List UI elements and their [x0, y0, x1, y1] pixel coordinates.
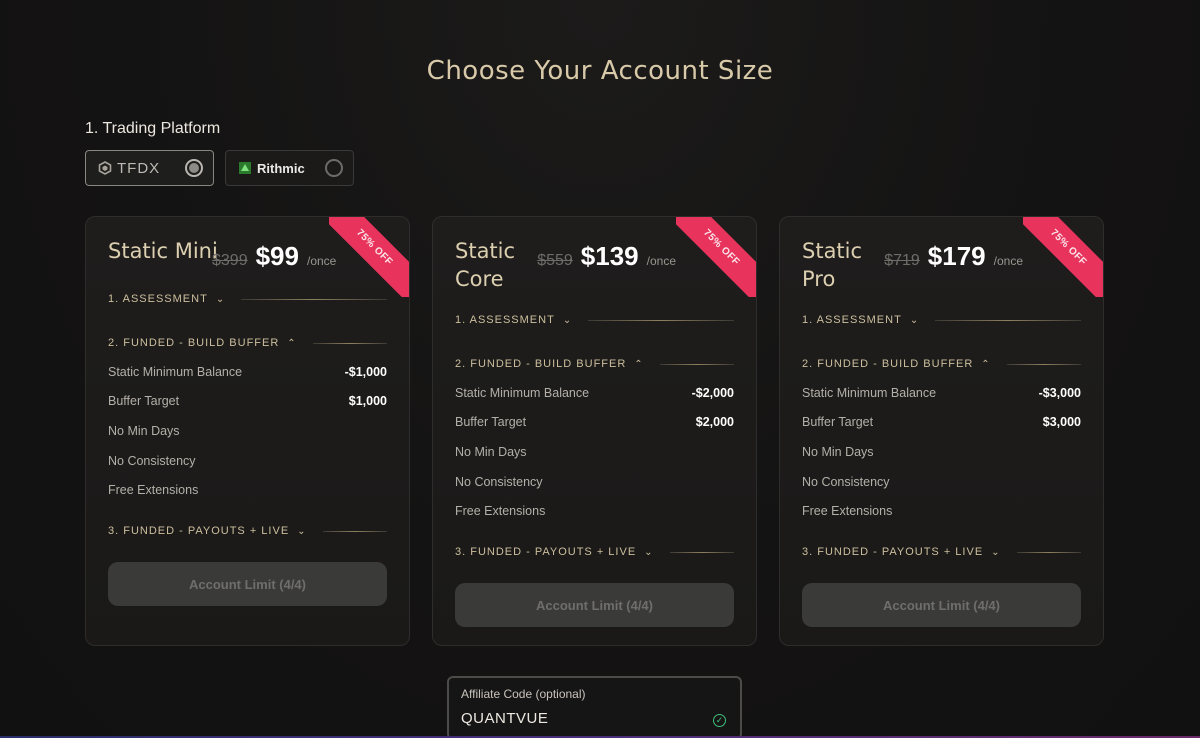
- feature-row: Buffer Target $1,000: [108, 394, 387, 409]
- affiliate-code-field[interactable]: Affiliate Code (optional) QUANTVUE ✓: [447, 676, 742, 738]
- section-build-buffer[interactable]: 2. FUNDED - BUILD BUFFER ⌃: [455, 358, 734, 370]
- section-payouts[interactable]: 3. FUNDED - PAYOUTS + LIVE ⌄: [108, 525, 387, 537]
- section-assessment[interactable]: 1. ASSESSMENT ⌄: [108, 293, 387, 305]
- section-label: 2. FUNDED - BUILD BUFFER: [802, 358, 974, 370]
- section-build-buffer[interactable]: 2. FUNDED - BUILD BUFFER ⌃: [108, 337, 387, 349]
- chevron-up-icon: ⌃: [634, 358, 644, 370]
- section-build-buffer[interactable]: 2. FUNDED - BUILD BUFFER ⌃: [802, 358, 1081, 370]
- plan-card-static-mini: 75% OFF Static Mini $399 $99 /once 1. AS…: [85, 216, 410, 646]
- chevron-up-icon: ⌃: [981, 358, 991, 370]
- feature-row: No Min Days: [802, 444, 874, 459]
- rithmic-logo-text: Rithmic: [257, 160, 305, 176]
- section-label: 1. ASSESSMENT: [108, 293, 208, 305]
- chevron-up-icon: ⌃: [287, 337, 297, 349]
- feature-list: Static Minimum Balance -$2,000 Buffer Tar…: [455, 378, 734, 526]
- chevron-down-icon: ⌄: [991, 546, 1001, 558]
- account-limit-button[interactable]: Account Limit (4/4): [802, 583, 1081, 627]
- feature-row: Static Minimum Balance -$1,000: [108, 364, 387, 379]
- old-price: $719: [884, 252, 920, 269]
- discount-badge: 75% OFF: [676, 217, 756, 297]
- price-period: /once: [646, 254, 676, 268]
- chevron-down-icon: ⌄: [909, 314, 920, 326]
- feature-list: Static Minimum Balance -$3,000 Buffer Tar…: [802, 378, 1081, 526]
- discount-badge: 75% OFF: [329, 217, 409, 297]
- plan-name: Static Mini: [108, 239, 218, 263]
- section-payouts[interactable]: 3. FUNDED - PAYOUTS + LIVE ⌄: [802, 546, 1081, 558]
- tfdx-hex-icon: [98, 161, 112, 175]
- feature-row: No Consistency: [455, 474, 543, 489]
- section-label: 2. FUNDED - BUILD BUFFER: [108, 337, 280, 349]
- check-circle-icon: ✓: [713, 714, 726, 727]
- account-limit-button[interactable]: Account Limit (4/4): [108, 562, 387, 606]
- plan-card-static-pro: 75% OFF Static Pro $719 $179 /once 1. AS…: [779, 216, 1104, 646]
- affiliate-code-label: Affiliate Code (optional): [461, 687, 586, 701]
- tfdx-radio[interactable]: [185, 159, 203, 177]
- section-label: 2. FUNDED - BUILD BUFFER: [455, 358, 627, 370]
- feature-row: Free Extensions: [108, 483, 199, 498]
- plan-card-static-core: 75% OFF Static Core $559 $139 /once 1. A…: [432, 216, 757, 646]
- rithmic-arrow-icon: [239, 162, 251, 174]
- platform-option-tfdx[interactable]: TFDX: [85, 150, 214, 186]
- feature-row: Buffer Target $3,000: [802, 415, 1081, 430]
- price: $139: [580, 241, 639, 271]
- feature-list: Static Minimum Balance -$1,000 Buffer Tar…: [108, 357, 387, 505]
- feature-row: Static Minimum Balance -$2,000: [455, 385, 734, 400]
- platform-option-rithmic[interactable]: Rithmic: [225, 150, 354, 186]
- radio-dot: [189, 163, 199, 173]
- feature-row: No Min Days: [108, 423, 180, 438]
- price: $99: [255, 241, 299, 271]
- chevron-down-icon: ⌄: [297, 525, 307, 537]
- section-label: 1. ASSESSMENT: [455, 314, 555, 326]
- page-title: Choose Your Account Size: [426, 56, 774, 86]
- chevron-down-icon: ⌄: [215, 293, 226, 305]
- plan-name: Static Pro: [802, 239, 863, 291]
- section-payouts[interactable]: 3. FUNDED - PAYOUTS + LIVE ⌄: [455, 546, 734, 558]
- feature-row: Buffer Target $2,000: [455, 415, 734, 430]
- tfdx-logo-text: TFDX: [117, 159, 161, 177]
- section-label: 3. FUNDED - PAYOUTS + LIVE: [108, 525, 290, 537]
- rithmic-logo: Rithmic: [238, 161, 305, 176]
- price-period: /once: [993, 254, 1023, 268]
- trading-platform-label: 1. Trading Platform: [85, 120, 221, 137]
- price: $179: [927, 241, 986, 271]
- feature-row: Free Extensions: [455, 504, 546, 519]
- price-period: /once: [306, 254, 337, 268]
- section-label: 3. FUNDED - PAYOUTS + LIVE: [455, 546, 637, 558]
- section-label: 1. ASSESSMENT: [802, 314, 902, 326]
- section-label: 3. FUNDED - PAYOUTS + LIVE: [802, 546, 984, 558]
- feature-row: Free Extensions: [802, 504, 893, 519]
- tfdx-logo: TFDX: [98, 160, 160, 177]
- chevron-down-icon: ⌄: [644, 546, 654, 558]
- feature-row: No Consistency: [108, 453, 196, 468]
- section-assessment[interactable]: 1. ASSESSMENT ⌄: [802, 314, 1081, 326]
- old-price: $399: [212, 252, 248, 269]
- feature-row: Static Minimum Balance -$3,000: [802, 385, 1081, 400]
- account-limit-button[interactable]: Account Limit (4/4): [455, 583, 734, 627]
- rithmic-radio[interactable]: [325, 159, 343, 177]
- old-price: $559: [537, 252, 573, 269]
- affiliate-code-input[interactable]: QUANTVUE: [461, 710, 548, 727]
- feature-row: No Min Days: [455, 444, 527, 459]
- feature-row: No Consistency: [802, 474, 890, 489]
- plan-name: Static Core: [455, 239, 516, 291]
- discount-badge: 75% OFF: [1023, 217, 1103, 297]
- chevron-down-icon: ⌄: [562, 314, 573, 326]
- section-assessment[interactable]: 1. ASSESSMENT ⌄: [455, 314, 734, 326]
